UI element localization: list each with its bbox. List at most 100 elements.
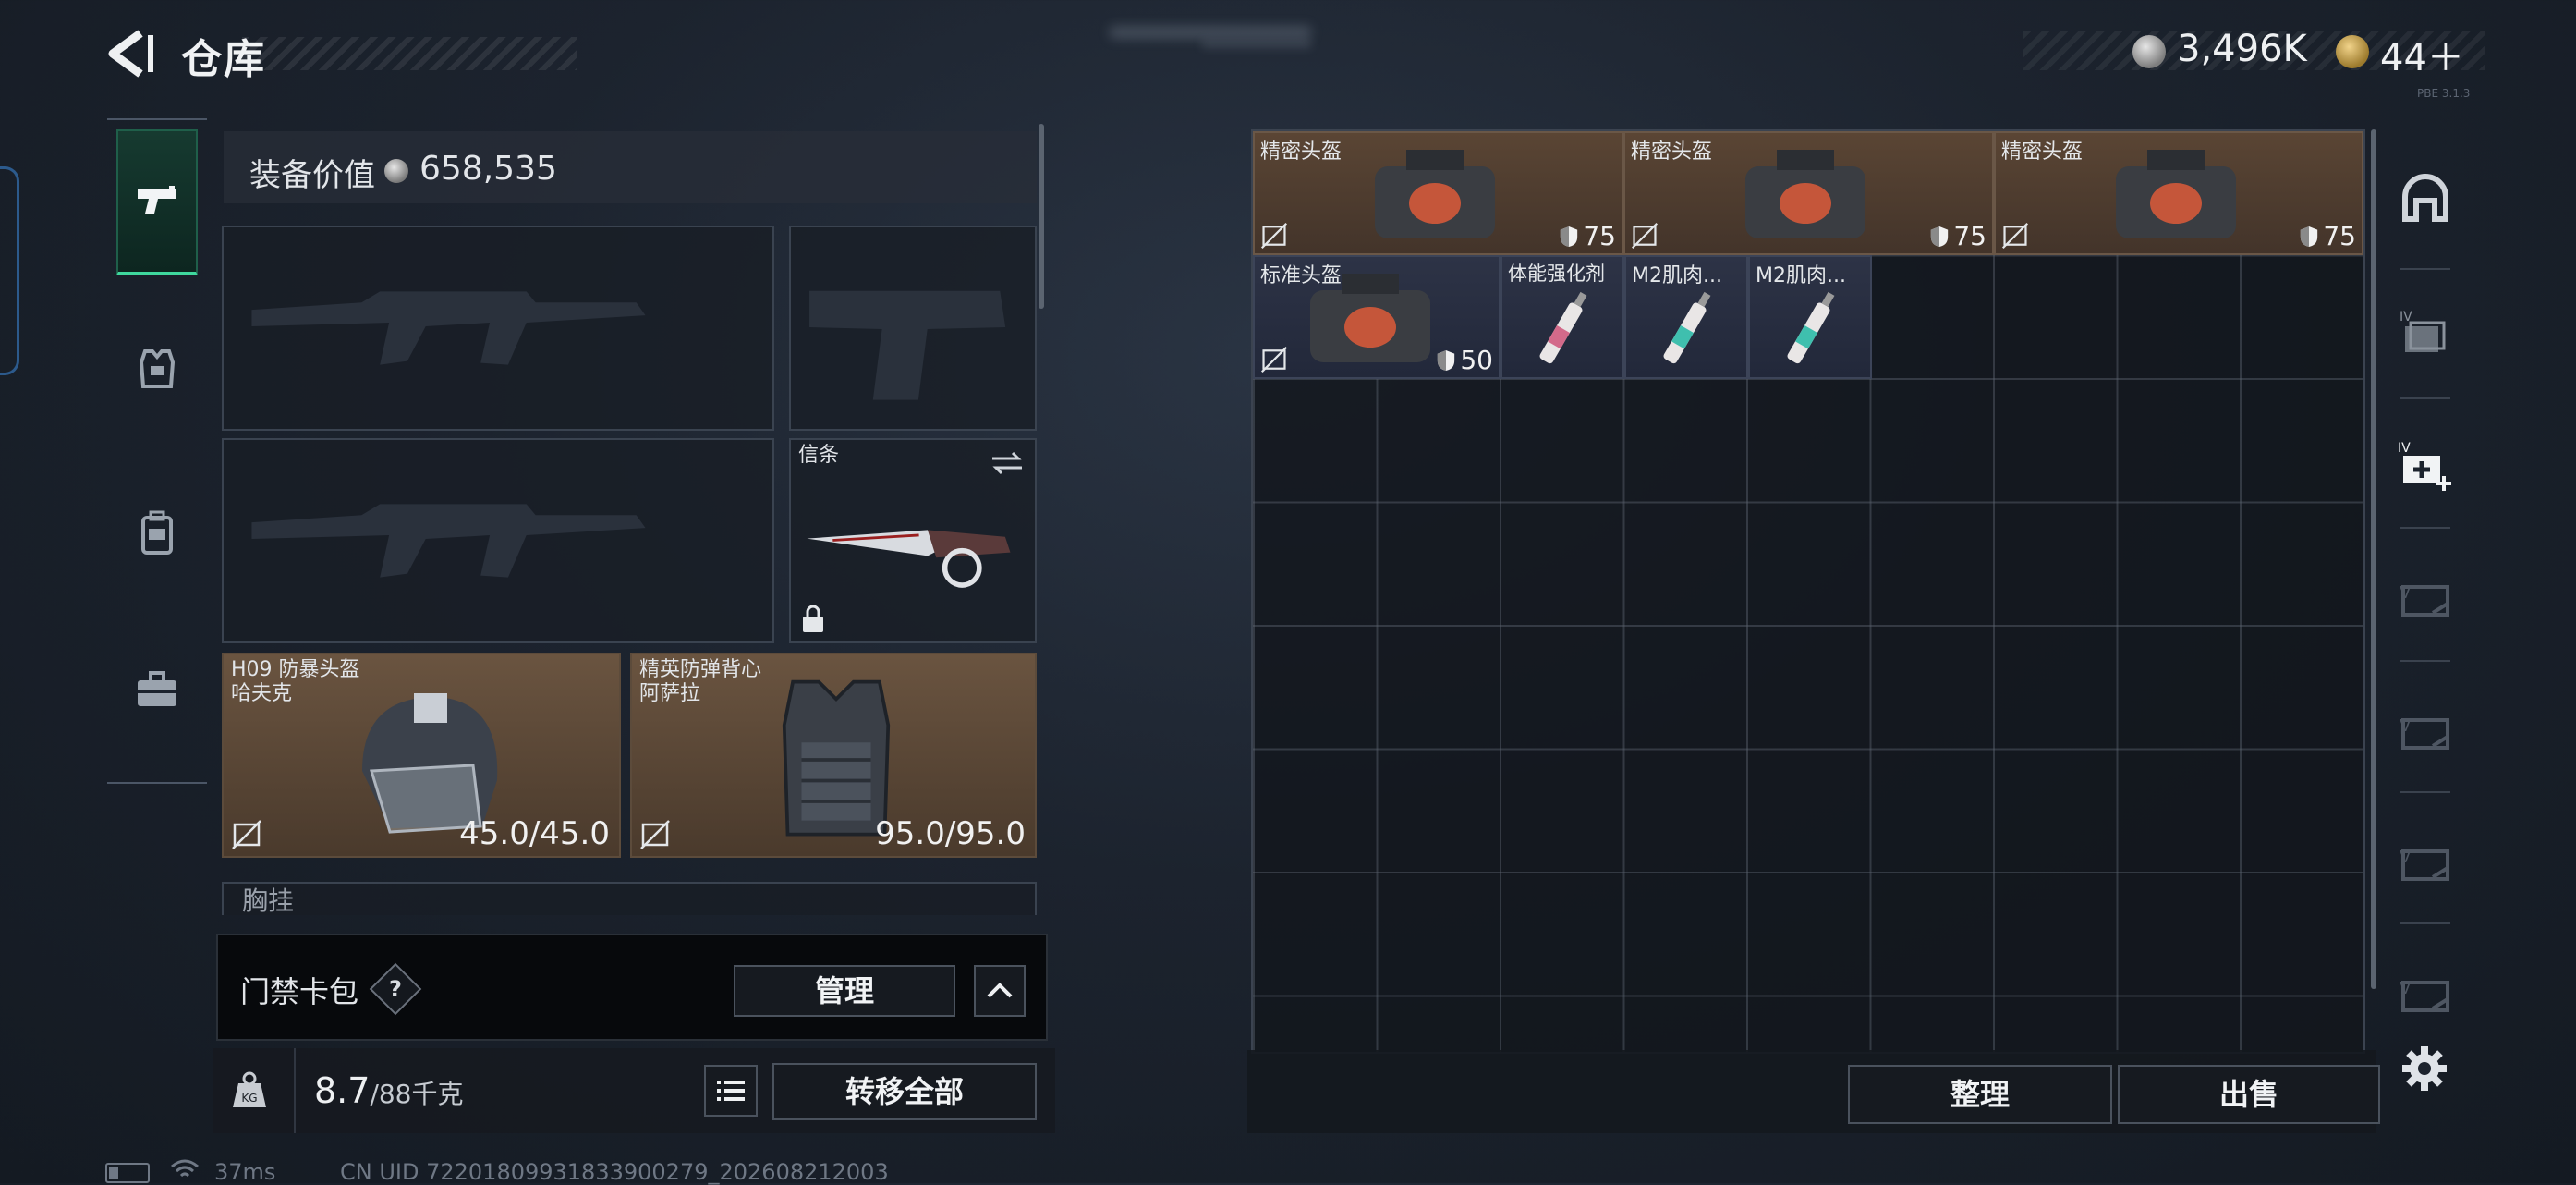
battery-icon: [105, 1163, 150, 1183]
helmet-case-icon: [2116, 150, 2236, 238]
svg-text:IV: IV: [2398, 441, 2411, 456]
divider: [2400, 268, 2450, 270]
armor-value: 75: [1583, 221, 1616, 251]
rail-tab-all[interactable]: [2382, 139, 2469, 259]
divider: [2400, 660, 2450, 662]
currency-primary: 3,496K: [2177, 28, 2307, 70]
chevron-up-icon: [987, 983, 1013, 998]
weight-max: /88千克: [370, 1079, 464, 1109]
collapse-button[interactable]: [974, 965, 1026, 1017]
armor-value: 75: [2323, 221, 2356, 251]
loadout-scrollbar[interactable]: [1039, 124, 1044, 309]
storage-item[interactable]: 标准头盔 50: [1253, 255, 1501, 379]
helmet-case-icon: [1745, 150, 1865, 238]
title-decoration: [242, 37, 577, 70]
lock-icon: [803, 605, 823, 632]
keycard-label: 门禁卡包: [240, 974, 359, 1009]
no-trade-icon: [1260, 346, 1288, 373]
helmet-slot[interactable]: H09 防暴头盔 哈夫克 45.0/45.0: [222, 653, 621, 858]
primary-weapon-slot[interactable]: [222, 226, 774, 431]
user-uid: CN UID 72201809931833900279_202608212003: [340, 1159, 889, 1185]
chest-rig-label: 胸挂: [242, 886, 295, 915]
item-armor-level: 75: [2299, 221, 2356, 251]
gear-icon: [2402, 1046, 2447, 1091]
storage-item[interactable]: 精密头盔 75: [1253, 131, 1623, 255]
premium-coin-icon: [2336, 35, 2369, 68]
storage-item[interactable]: 体能强化剂: [1501, 255, 1624, 379]
wifi-icon: [171, 1159, 199, 1178]
vest-icon: [139, 349, 176, 388]
weight-current: 8.7: [314, 1070, 371, 1111]
nav-backpack[interactable]: [116, 460, 198, 606]
item-name: 精密头盔: [2001, 140, 2084, 164]
nav-case[interactable]: [116, 617, 198, 764]
hafu-coin-icon: [384, 159, 408, 183]
manage-keycards-button[interactable]: 管理: [734, 965, 955, 1017]
armor-shield-icon: [1438, 349, 1455, 371]
helmet-case-icon: [1375, 150, 1495, 238]
storage-arch-icon: [2402, 174, 2448, 222]
edge-panel-outline: [0, 166, 19, 375]
loadout-panel: 装备价值 658,535 信条 H09 防暴头盔 哈夫克 45.0/45.0 精…: [216, 124, 1044, 915]
rail-tab-locked-v4[interactable]: V: [2382, 932, 2469, 1052]
no-trade-icon: [2001, 222, 2029, 250]
equipment-value-row: 装备价值 658,535: [224, 131, 1037, 203]
melee-slot[interactable]: 信条: [789, 438, 1037, 643]
knife-icon: [807, 530, 1011, 588]
ceiling-lamp-glow: [1201, 41, 1312, 48]
swap-icon[interactable]: [989, 449, 1026, 477]
equipment-value: 658,535: [419, 150, 557, 188]
item-armor-level: 75: [1559, 221, 1616, 251]
sell-button[interactable]: 出售: [2118, 1065, 2380, 1124]
back-button[interactable]: [103, 26, 159, 81]
sort-button[interactable]: 整理: [1848, 1065, 2112, 1124]
list-icon: [717, 1081, 745, 1101]
rail-tab-locked-v2[interactable]: V: [2382, 669, 2469, 789]
vest-durability: 95.0/95.0: [875, 815, 1026, 852]
backpack-icon: [141, 510, 173, 555]
keycard-bar: 门禁卡包 ? 管理: [216, 934, 1048, 1041]
keycard-help-button[interactable]: ?: [369, 962, 422, 1016]
vest-name: 精英防弹背心: [639, 658, 762, 681]
item-name: 精密头盔: [1260, 140, 1343, 164]
helmet-brand: 哈夫克: [231, 682, 293, 705]
no-trade-icon: [1260, 222, 1288, 250]
storage-item[interactable]: M2肌肉...: [1748, 255, 1872, 379]
medical-box-plus-icon: IV: [2398, 441, 2451, 491]
item-name: 精密头盔: [1631, 140, 1713, 164]
weight-icon: KG: [233, 1071, 266, 1107]
briefcase-icon: [138, 671, 176, 706]
divider: [2400, 791, 2450, 793]
armor-shield-icon: [1561, 226, 1578, 247]
currency-secondary-button[interactable]: 44＋: [2380, 28, 2464, 81]
build-tag: PBE 3.1.3: [2417, 87, 2471, 100]
equipment-value-label: 装备价值: [249, 157, 375, 194]
settings-button[interactable]: [2399, 1043, 2450, 1094]
loadout-category-nav: [107, 118, 207, 784]
rail-tab-medical[interactable]: IV: [2382, 407, 2469, 527]
storage-scrollbar[interactable]: [2371, 129, 2376, 989]
chest-rig-slot[interactable]: 胸挂: [222, 882, 1037, 915]
storage-item[interactable]: M2肌肉...: [1624, 255, 1748, 379]
ping-readout: 37ms: [214, 1159, 276, 1185]
list-view-button[interactable]: [704, 1065, 758, 1117]
vest-slot[interactable]: 精英防弹背心 阿萨拉 95.0/95.0: [630, 653, 1037, 858]
storage-item[interactable]: 精密头盔 75: [1994, 131, 2363, 255]
rail-tab-locked-v3[interactable]: V: [2382, 800, 2469, 921]
rail-tab-expansion-iv[interactable]: IV: [2382, 274, 2469, 394]
storage-item[interactable]: 精密头盔 75: [1623, 131, 1994, 255]
secondary-weapon-slot[interactable]: [789, 226, 1037, 431]
helmet-case-icon: [1310, 274, 1430, 362]
nav-armor[interactable]: [116, 296, 198, 442]
hafu-coin-icon: [2132, 35, 2166, 68]
expansion-box-icon: IV: [2400, 310, 2446, 352]
secondary-rifle-slot[interactable]: [222, 438, 774, 643]
storage-tabs-rail: IV IV V V V V: [2382, 129, 2469, 1054]
storage-grid[interactable]: 精密头盔 75 精密头盔 75 精密头盔 75 标准头盔 50 体能强化剂 M2…: [1251, 129, 2365, 1054]
rail-tab-locked-v1[interactable]: V: [2382, 536, 2469, 656]
vest-brand: 阿萨拉: [639, 682, 701, 705]
nav-weapons[interactable]: [116, 129, 198, 275]
transfer-all-button[interactable]: 转移全部: [772, 1063, 1037, 1120]
rifle-silhouette-icon: [251, 504, 646, 578]
armor-shield-icon: [2301, 226, 2318, 247]
